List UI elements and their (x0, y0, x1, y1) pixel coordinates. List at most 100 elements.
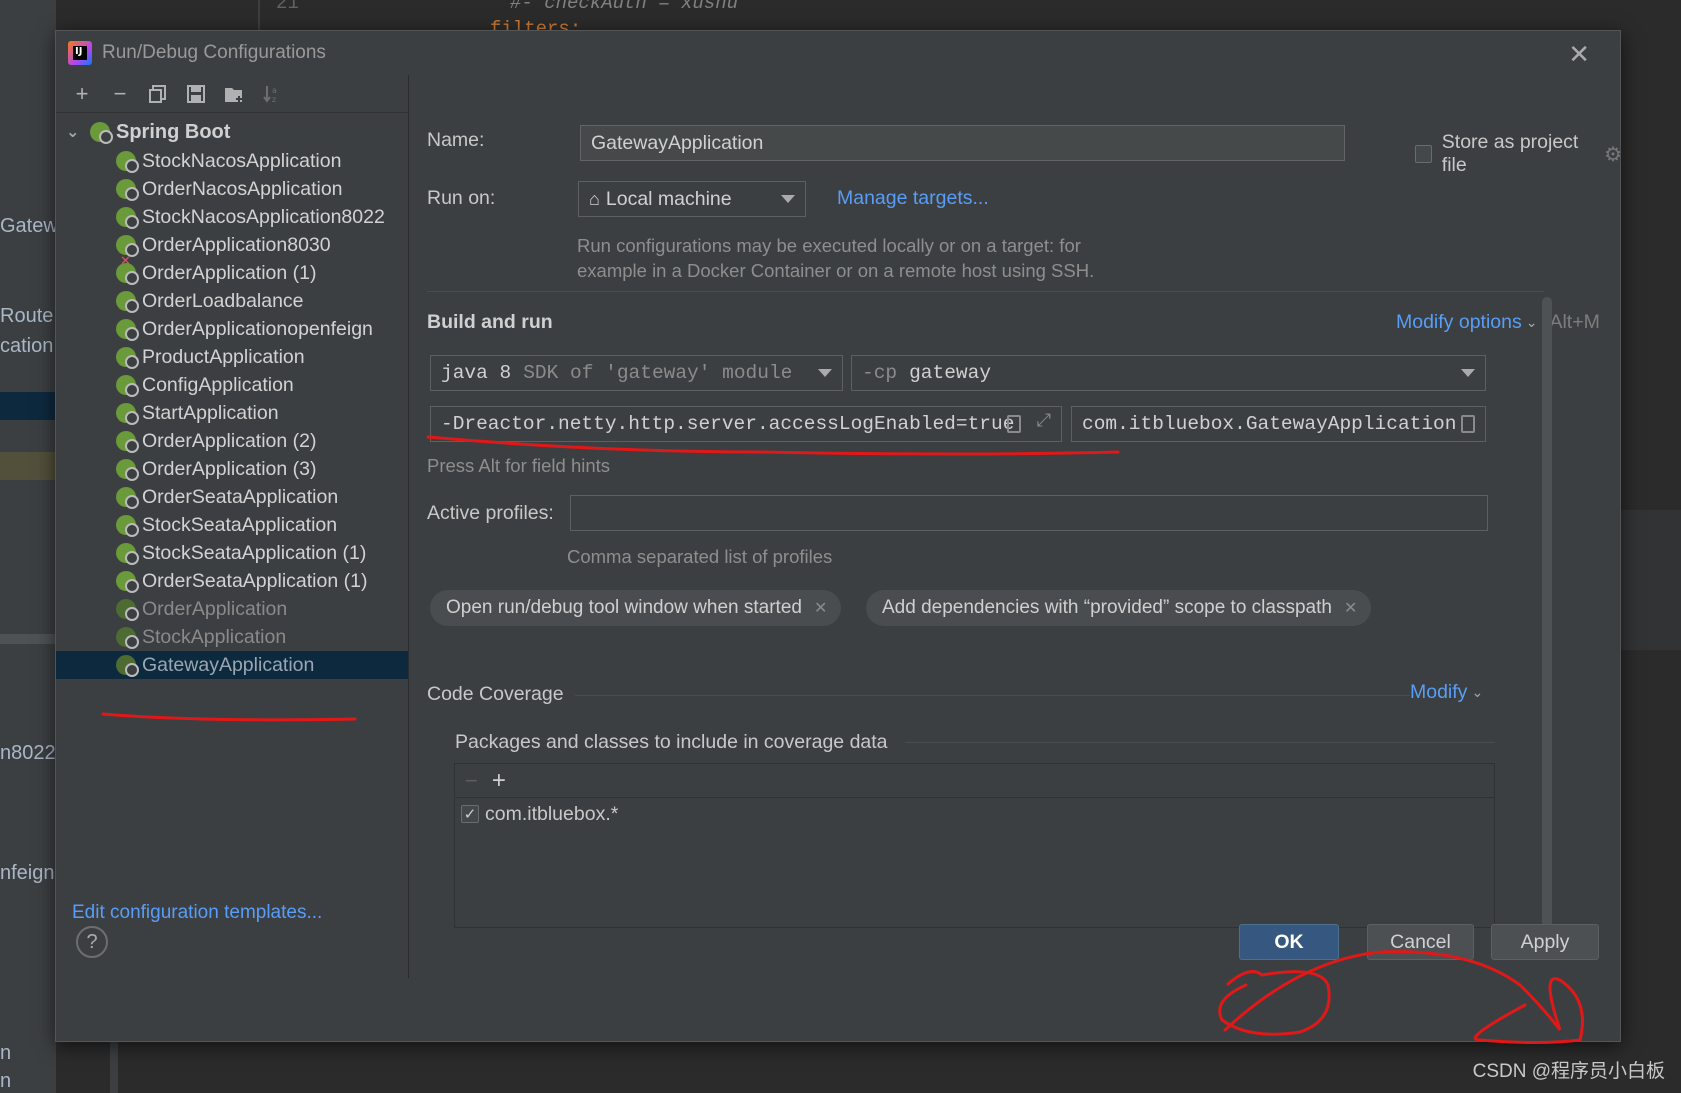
save-icon[interactable] (180, 79, 212, 109)
chevron-down-icon[interactable]: ⌄ (66, 122, 80, 142)
name-label: Name: (427, 129, 485, 151)
edit-configuration-templates-link[interactable]: Edit configuration templates... (72, 902, 322, 924)
coverage-entry-checkbox[interactable]: ✓ (461, 805, 479, 823)
tree-item-label: StartApplication (142, 401, 279, 424)
dialog-title: Run/Debug Configurations (102, 42, 326, 63)
coverage-packages-table: − + ✓ com.itbluebox.* (454, 763, 1495, 928)
minus-icon[interactable]: − (104, 79, 136, 109)
close-icon[interactable]: ✕ (1568, 39, 1590, 70)
spring-boot-icon (116, 487, 139, 509)
tree-item[interactable]: StockApplication (56, 623, 408, 651)
copy-icon[interactable] (142, 79, 174, 109)
tree-item[interactable]: OrderLoadbalance (56, 287, 408, 315)
watermark: CSDN @程序员小白板 (1472, 1061, 1665, 1082)
close-icon[interactable]: ✕ (814, 598, 827, 618)
expand-icon[interactable]: ⤢ (1037, 411, 1051, 432)
tree-item[interactable]: OrderApplicationopenfeign (56, 315, 408, 343)
add-icon[interactable]: + (492, 767, 506, 795)
tree-item[interactable]: OrderSeataApplication (56, 483, 408, 511)
tree-group-spring-boot[interactable]: ⌄ Spring Boot (56, 117, 408, 147)
tree-item[interactable]: OrderApplication (56, 595, 408, 623)
gear-icon[interactable]: ⚙ (1604, 142, 1622, 167)
close-icon[interactable]: ✕ (1344, 598, 1357, 618)
bg-label: n (0, 1070, 12, 1092)
spring-boot-icon (116, 655, 139, 677)
main-class-value: com.itbluebox.GatewayApplication (1082, 413, 1457, 435)
classpath-module-select[interactable]: -cp gateway (851, 355, 1486, 391)
store-as-project-file-checkbox[interactable] (1415, 145, 1432, 163)
tree-item[interactable]: OrderApplication (1) (56, 253, 408, 287)
new-folder-icon[interactable] (218, 79, 250, 109)
spring-boot-icon (116, 543, 139, 565)
tree-item[interactable]: OrderNacosApplication (56, 175, 408, 203)
divider (575, 695, 1410, 696)
sort-icon[interactable]: az (256, 79, 288, 109)
main-class-field[interactable]: com.itbluebox.GatewayApplication (1071, 406, 1486, 442)
minus-icon[interactable]: − (465, 768, 478, 794)
run-on-hint: Run configurations may be executed local… (577, 235, 1081, 256)
apply-button[interactable]: Apply (1491, 924, 1599, 960)
tree-item[interactable]: StockNacosApplication (56, 147, 408, 175)
jdk-select[interactable]: java 8 SDK of 'gateway' module (430, 355, 843, 391)
coverage-entry-row[interactable]: ✓ com.itbluebox.* (455, 798, 1494, 830)
intellij-logo-icon: IJ (68, 41, 92, 65)
chevron-down-icon[interactable]: ⌄ (1471, 684, 1483, 701)
coverage-modify-link[interactable]: Modify (1410, 681, 1467, 704)
configurations-pane: + − az ⌄ Spring Boot StockNacosApplicati… (56, 75, 409, 978)
ok-button[interactable]: OK (1239, 924, 1339, 960)
plus-icon[interactable]: + (66, 79, 98, 109)
run-on-label: Run on: (427, 187, 496, 209)
tree-item[interactable]: StockNacosApplication8022 (56, 203, 408, 231)
tree-item-label: OrderApplicationopenfeign (142, 317, 373, 340)
tree-item-label: GatewayApplication (142, 653, 315, 676)
spring-boot-icon (116, 151, 139, 173)
name-field[interactable]: GatewayApplication (580, 125, 1345, 161)
bg-label: n (0, 1042, 12, 1064)
tree-item-label: OrderSeataApplication (1) (142, 569, 368, 592)
chevron-down-icon (818, 369, 832, 377)
tree-item-label: OrderLoadbalance (142, 289, 304, 312)
editor-side-panel (1620, 510, 1681, 650)
tree-item-label: StockSeataApplication (1) (142, 541, 367, 564)
document-icon[interactable] (1461, 415, 1475, 433)
coverage-table-toolbar: − + (455, 764, 1494, 798)
tree-item[interactable]: ConfigApplication (56, 371, 408, 399)
modify-options-shortcut: Alt+M (1549, 311, 1600, 333)
editor-bottom-bar (110, 1040, 118, 1093)
configurations-toolbar: + − az (56, 75, 408, 113)
tree-item[interactable]: StockSeataApplication (56, 511, 408, 539)
dialog-titlebar: IJ Run/Debug Configurations (56, 31, 1620, 75)
manage-targets-link[interactable]: Manage targets... (837, 187, 989, 210)
document-icon[interactable] (1007, 415, 1021, 433)
spring-boot-icon (116, 179, 139, 201)
coverage-subtitle: Packages and classes to include in cover… (455, 731, 888, 753)
spring-boot-icon (116, 375, 139, 397)
tree-item-label: StockSeataApplication (142, 513, 338, 536)
configurations-tree: ⌄ Spring Boot StockNacosApplication Order… (56, 113, 408, 679)
tree-item[interactable]: OrderApplication (3) (56, 455, 408, 483)
tree-group-label: Spring Boot (116, 120, 231, 143)
tree-item[interactable]: StartApplication (56, 399, 408, 427)
jdk-value: java 8 (441, 362, 512, 384)
vm-options-field[interactable]: -Dreactor.netty.http.server.accessLogEna… (430, 406, 1062, 442)
tree-item[interactable]: OrderSeataApplication (1) (56, 567, 408, 595)
tree-item[interactable]: GatewayApplication (56, 651, 408, 679)
modify-options-link[interactable]: Modify options (1396, 311, 1522, 334)
tree-item[interactable]: OrderApplication (2) (56, 427, 408, 455)
code-line: #- checkAuth = xushu (510, 0, 739, 14)
tree-item[interactable]: StockSeataApplication (1) (56, 539, 408, 567)
vertical-scrollbar[interactable] (1542, 297, 1552, 937)
tree-item[interactable]: ProductApplication (56, 343, 408, 371)
help-button[interactable]: ? (76, 926, 108, 958)
store-as-project-file[interactable]: Store as project file ⚙ (1415, 131, 1622, 177)
option-chip[interactable]: Open run/debug tool window when started … (430, 590, 842, 626)
cancel-button[interactable]: Cancel (1367, 924, 1474, 960)
run-on-select[interactable]: ⌂ Local machine (578, 181, 806, 217)
bg-label: cation (0, 335, 54, 357)
tree-item-label: OrderApplication (2) (142, 429, 317, 452)
active-profiles-field[interactable] (570, 495, 1488, 531)
chevron-down-icon[interactable]: ⌄ (1526, 314, 1538, 331)
coverage-entry-label: com.itbluebox.* (485, 802, 619, 825)
tree-item[interactable]: OrderApplication8030 (56, 231, 408, 259)
option-chip[interactable]: Add dependencies with “provided” scope t… (866, 590, 1372, 626)
